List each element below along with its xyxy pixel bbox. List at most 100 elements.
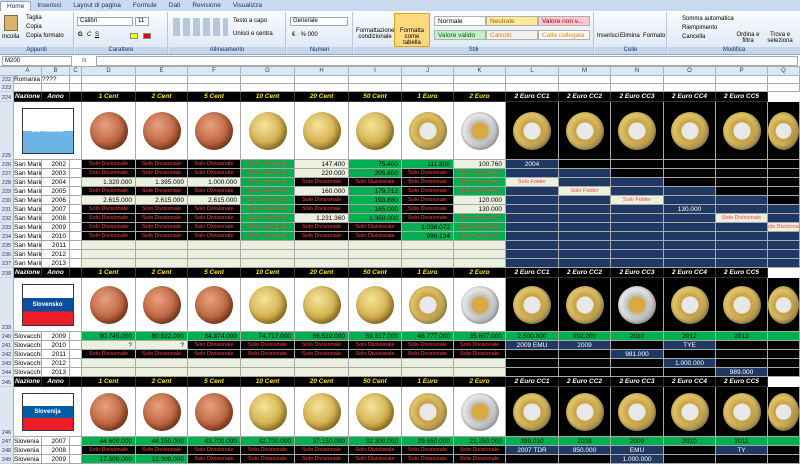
solo-cell[interactable]: Solo Divisionale <box>241 232 295 241</box>
cell-empty[interactable] <box>559 76 611 84</box>
coin-image[interactable] <box>82 278 136 332</box>
value-cell[interactable]: 44.150.000 <box>136 437 188 446</box>
value-cell[interactable] <box>664 446 716 455</box>
value-cell[interactable]: 193.880 <box>349 196 402 205</box>
cell-c[interactable] <box>70 178 82 187</box>
value-cell[interactable] <box>506 250 559 259</box>
value-cell[interactable] <box>716 232 768 241</box>
solo-cell[interactable]: Solo Divisionale <box>349 341 402 350</box>
column-header-j[interactable]: J <box>402 67 454 76</box>
cell-year[interactable]: ???? <box>42 76 70 84</box>
cell-year[interactable]: 2012 <box>42 359 70 368</box>
value-cell[interactable]: 2009 <box>611 437 664 446</box>
value-cell[interactable] <box>454 359 506 368</box>
coin-image[interactable] <box>82 102 136 160</box>
solo-cell[interactable]: Solo Divisionale <box>402 341 454 350</box>
cell-c[interactable] <box>70 332 82 341</box>
header-denom[interactable]: 50 Cent <box>349 377 402 387</box>
value-cell[interactable] <box>768 437 800 446</box>
row-number[interactable]: 232 <box>0 214 14 223</box>
value-cell[interactable]: 981.000 <box>611 350 664 359</box>
value-cell[interactable]: TY <box>716 446 768 455</box>
cell-year[interactable]: 2013 <box>42 259 70 268</box>
value-cell[interactable] <box>454 259 506 268</box>
value-cell[interactable]: 59.317.000 <box>349 332 402 341</box>
cell-nation[interactable]: Slovenia <box>14 446 42 455</box>
value-cell[interactable] <box>559 250 611 259</box>
header-denom[interactable]: 1 Cent <box>82 377 136 387</box>
number-format-select[interactable]: Generale <box>290 17 348 26</box>
value-cell[interactable] <box>82 259 136 268</box>
solo-cell[interactable]: Solo Divisionale <box>241 446 295 455</box>
value-cell[interactable]: 37.150.000 <box>295 437 349 446</box>
solo-cell[interactable]: Solo Divisionale <box>136 187 188 196</box>
value-cell[interactable]: 43.700.000 <box>188 437 241 446</box>
solo-cell[interactable]: Solo Divisionale <box>349 232 402 241</box>
wrap-text-button[interactable]: Testo a capo <box>233 17 267 25</box>
solo-cell[interactable]: Solo Divisionale <box>188 160 241 169</box>
style-valore-valido[interactable]: Valore valido <box>434 30 486 40</box>
row-number[interactable]: 236 <box>0 250 14 259</box>
column-header-p[interactable]: P <box>716 67 768 76</box>
value-cell[interactable] <box>82 359 136 368</box>
solo-cell[interactable]: Solo Divisionale <box>716 214 768 223</box>
cell-nation[interactable]: San Marino <box>14 187 42 196</box>
solo-cell[interactable]: Solo Divisionale <box>402 446 454 455</box>
value-cell[interactable] <box>611 232 664 241</box>
coin-image[interactable] <box>506 102 559 160</box>
solo-cell[interactable]: Solo Divisionale <box>241 214 295 223</box>
header-denom[interactable]: 50 Cent <box>349 92 402 102</box>
solo-cell[interactable]: Solo Divisionale <box>454 214 506 223</box>
cell-nation[interactable]: Slovenia <box>14 437 42 446</box>
spreadsheet-grid[interactable]: A B C D E F G H I J K L M N O P Q 222 Romania???? 223 224 Naz… <box>0 67 800 474</box>
value-cell[interactable] <box>559 169 611 178</box>
cell-empty[interactable] <box>611 76 664 84</box>
value-cell[interactable] <box>768 214 800 223</box>
cell-empty[interactable] <box>241 76 295 84</box>
value-cell[interactable] <box>716 455 768 464</box>
flag-cell[interactable]: Slovensko <box>14 278 82 332</box>
copy-button[interactable]: Copia <box>26 23 42 31</box>
value-cell[interactable] <box>611 187 664 196</box>
column-header-f[interactable]: F <box>188 67 241 76</box>
value-cell[interactable]: 80.822.000 <box>136 332 188 341</box>
solo-cell[interactable]: Solo Divisionale <box>454 223 506 232</box>
value-cell[interactable] <box>136 241 188 250</box>
coin-image[interactable] <box>188 102 241 160</box>
column-header-l[interactable]: L <box>506 67 559 76</box>
value-cell[interactable] <box>768 205 800 214</box>
header-denom[interactable]: 20 Cent <box>295 268 349 278</box>
column-header-g[interactable]: G <box>241 67 295 76</box>
cell-c[interactable] <box>70 368 82 377</box>
paste-button[interactable]: Incolla <box>2 33 19 41</box>
coin-image[interactable] <box>454 387 506 437</box>
header-denom[interactable]: 2 Euro CC3 <box>611 268 664 278</box>
row-number[interactable]: 249 <box>0 455 14 464</box>
solo-cell[interactable]: Solo Divisionale <box>241 169 295 178</box>
value-cell[interactable]: 2007 <box>664 160 716 169</box>
value-cell[interactable]: 35.607.000 <box>454 332 506 341</box>
solo-cell[interactable]: Solo Divisionale <box>454 187 506 196</box>
value-cell[interactable] <box>559 232 611 241</box>
value-cell[interactable]: 42.700.000 <box>241 437 295 446</box>
underline-button[interactable]: S <box>95 31 99 39</box>
coin-image[interactable] <box>768 278 800 332</box>
cell-nation[interactable]: San Marino <box>14 223 42 232</box>
row-number[interactable]: 239 <box>0 278 14 332</box>
header-denom[interactable]: 2 Euro CC4 <box>664 377 716 387</box>
cell-c[interactable] <box>70 341 82 350</box>
style-neutrale[interactable]: Neutrale <box>486 16 538 26</box>
coin-image[interactable] <box>349 278 402 332</box>
cell-empty[interactable] <box>136 76 188 84</box>
coin-image[interactable] <box>768 102 800 160</box>
value-cell[interactable] <box>768 160 800 169</box>
cell-empty[interactable] <box>768 76 800 84</box>
bold-button[interactable]: G <box>78 31 83 39</box>
solo-cell[interactable]: Solo Divisionale <box>136 350 188 359</box>
value-cell[interactable] <box>716 359 768 368</box>
value-cell[interactable] <box>241 359 295 368</box>
value-cell[interactable] <box>664 187 716 196</box>
solo-cell[interactable]: Solo Divisionale <box>82 187 136 196</box>
value-cell[interactable]: 165.000 <box>349 205 402 214</box>
solo-cell[interactable]: Solo Divisionale <box>349 223 402 232</box>
